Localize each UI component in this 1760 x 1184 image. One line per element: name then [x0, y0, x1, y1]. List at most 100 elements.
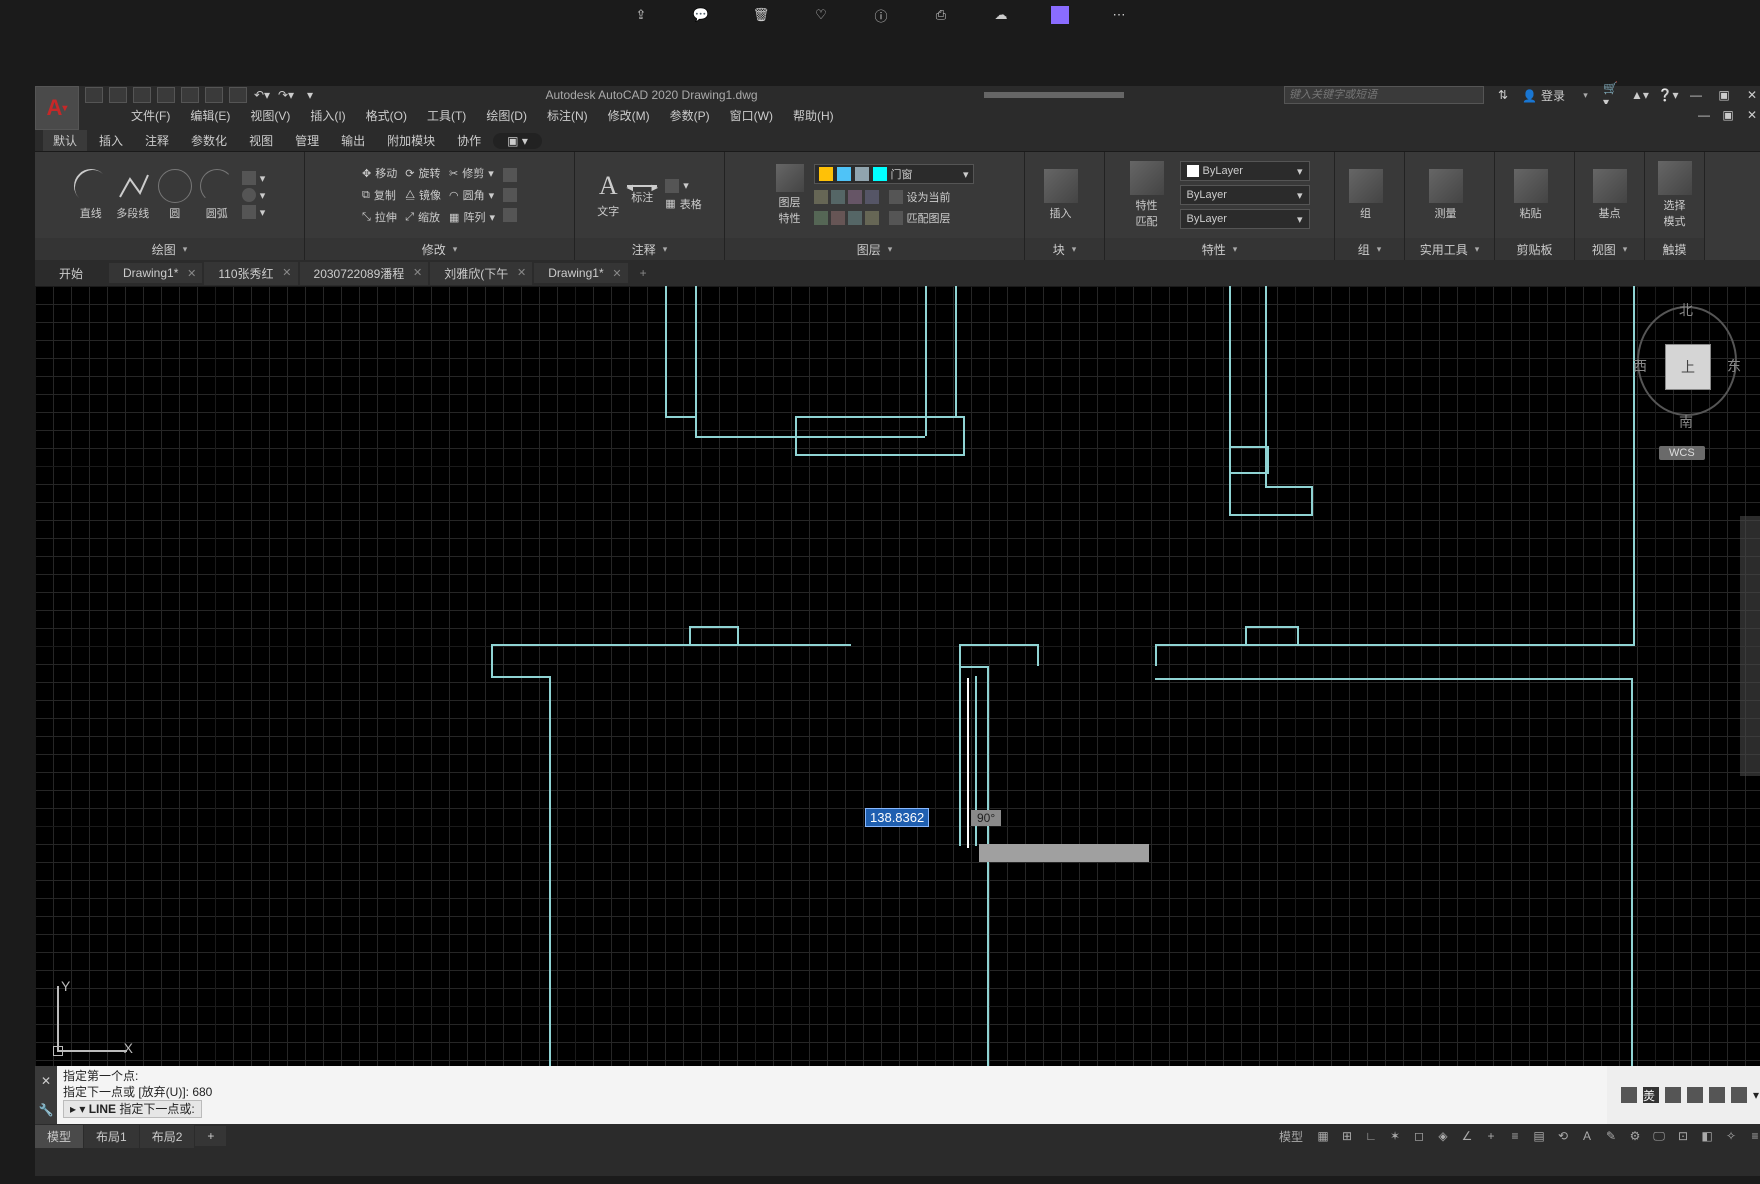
maximize-button[interactable]: ▣ [1715, 87, 1733, 103]
sb-snap-icon[interactable]: ⊞ [1337, 1127, 1357, 1145]
info-icon[interactable]: ⓘ [871, 5, 891, 25]
matchprop-button[interactable]: 特性 匹配 [1130, 161, 1164, 229]
redo-button[interactable]: ↷▾ [277, 87, 295, 103]
cloud-save-icon[interactable] [181, 87, 199, 103]
doc-close-button[interactable]: ✕ [1743, 107, 1760, 123]
cmd-dd[interactable]: ▾ [1753, 1088, 1759, 1102]
undo-button[interactable]: ↶▾ [253, 87, 271, 103]
sb-model[interactable]: 模型 [1273, 1127, 1309, 1145]
erase-icon[interactable] [503, 168, 517, 182]
sb-units-icon[interactable]: ⊡ [1673, 1127, 1693, 1145]
sb-grid-icon[interactable]: ▦ [1313, 1127, 1333, 1145]
layout1-tab[interactable]: 布局1 [84, 1125, 139, 1148]
color-dropdown[interactable]: ByLayer▾ [1180, 161, 1310, 181]
command-history[interactable]: 指定第一个点: 指定下一点或 [放弃(U)]: 680 ▸ ▾ LINE 指定下… [57, 1066, 1607, 1124]
touch-button[interactable]: 选择 模式 [1658, 161, 1692, 229]
cmd-btn1[interactable] [1621, 1087, 1637, 1103]
sb-customize-icon[interactable]: ≡ [1745, 1127, 1760, 1145]
ribtab-default[interactable]: 默认 [43, 130, 87, 151]
cmd-btn5[interactable] [1709, 1087, 1725, 1103]
menu-draw[interactable]: 绘图(D) [478, 105, 535, 126]
sb-otrack-icon[interactable]: ∠ [1457, 1127, 1477, 1145]
login-dd[interactable] [1575, 87, 1593, 103]
tab-drawing1[interactable]: Drawing1*✕ [109, 263, 202, 283]
sb-cycle-icon[interactable]: ⟲ [1553, 1127, 1573, 1145]
panel-util-title[interactable]: 实用工具 [1405, 238, 1494, 260]
panel-annot-title[interactable]: 注释 [575, 238, 724, 260]
ellipse-button[interactable]: ▾ [242, 188, 266, 202]
menu-window[interactable]: 窗口(W) [722, 105, 781, 126]
group-button[interactable]: 组 [1349, 169, 1383, 221]
sb-lw-icon[interactable]: ≡ [1505, 1127, 1525, 1145]
heart-icon[interactable]: ♡ [811, 5, 831, 25]
doc-min-button[interactable]: — [1695, 107, 1713, 123]
cmd-close-icon[interactable]: ✕ [41, 1074, 51, 1088]
cmd-settings-icon[interactable]: 🔧 [39, 1103, 54, 1117]
autodesk-icon[interactable]: ▲▾ [1631, 87, 1649, 103]
cmd-btn6[interactable] [1731, 1087, 1747, 1103]
rect-button[interactable]: ▾ [242, 171, 266, 185]
menu-edit[interactable]: 编辑(E) [182, 105, 238, 126]
add-tab-button[interactable]: + [630, 263, 657, 283]
viewcube[interactable]: 上 北 南 东 西 WCS [1627, 296, 1747, 446]
ribtab-param[interactable]: 参数化 [181, 130, 237, 151]
saveas-icon[interactable] [157, 87, 175, 103]
viewcube-top[interactable]: 上 [1665, 344, 1711, 390]
explode-icon[interactable] [503, 188, 517, 202]
line-button[interactable]: 直线 [74, 169, 108, 221]
trash-icon[interactable]: 🗑 [751, 5, 771, 25]
sb-anno-icon[interactable]: A [1577, 1127, 1597, 1145]
offset-icon[interactable] [503, 208, 517, 222]
circle-button[interactable]: 圆 [158, 169, 192, 221]
share-icon[interactable]: ⇪ [631, 5, 651, 25]
print2-icon[interactable] [229, 87, 247, 103]
panel-touch-title[interactable]: 触摸 [1645, 238, 1704, 260]
panel-layer-title[interactable]: 图层 [725, 238, 1024, 260]
array-button[interactable]: ▦阵列▾ [449, 209, 495, 225]
sb-trans-icon[interactable]: ▤ [1529, 1127, 1549, 1145]
close-button[interactable]: ✕ [1743, 87, 1760, 103]
sb-clean-icon[interactable]: ✧ [1721, 1127, 1741, 1145]
sb-scale-icon[interactable]: ✎ [1601, 1127, 1621, 1145]
drag-handle[interactable] [984, 92, 1124, 98]
matchlayer-button[interactable]: 匹配图层 [889, 210, 951, 226]
basepoint-button[interactable]: 基点 [1593, 169, 1627, 221]
sb-ws-icon[interactable]: ⚙ [1625, 1127, 1645, 1145]
ribtab-addon[interactable]: 附加模块 [377, 130, 445, 151]
layout2-tab[interactable]: 布局2 [140, 1125, 195, 1148]
stretch-button[interactable]: ⤡拉伸 [362, 209, 397, 225]
measure-button[interactable]: 测量 [1429, 169, 1463, 221]
ribtab-output[interactable]: 输出 [331, 130, 375, 151]
trim-button[interactable]: ✂修剪▾ [449, 165, 495, 181]
panel-draw-title[interactable]: 绘图 [35, 238, 304, 260]
tab-start[interactable]: 开始 [45, 262, 107, 285]
menu-help[interactable]: 帮助(H) [785, 105, 842, 126]
sb-osnap-icon[interactable]: ◻ [1409, 1127, 1429, 1145]
hatch-button[interactable]: ▾ [242, 205, 266, 219]
ribtab-insert[interactable]: 插入 [89, 130, 133, 151]
more-icon[interactable]: ⋯ [1109, 5, 1129, 25]
menu-dim[interactable]: 标注(N) [539, 105, 596, 126]
rotate-button[interactable]: ⟳旋转 [405, 165, 441, 181]
sb-dyn-icon[interactable]: + [1481, 1127, 1501, 1145]
dim-button[interactable]: ◄►标注 [627, 185, 657, 205]
setcurrent-button[interactable]: 设为当前 [889, 189, 951, 205]
plot-icon[interactable] [205, 87, 223, 103]
help-icon[interactable]: ❔▾ [1659, 87, 1677, 103]
mirror-button[interactable]: ⧋镜像 [405, 187, 441, 203]
cmd-btn3[interactable] [1665, 1087, 1681, 1103]
layerprops-button[interactable]: 图层 特性 [776, 164, 804, 226]
menu-view[interactable]: 视图(V) [242, 105, 298, 126]
open-icon[interactable] [109, 87, 127, 103]
table-button[interactable]: ▦表格 [665, 196, 701, 212]
dynamic-input[interactable] [979, 844, 1149, 862]
app-logo[interactable]: A▾ [35, 86, 79, 130]
tab-110[interactable]: 110张秀红✕ [204, 262, 297, 285]
panel-base-title[interactable]: 视图 [1575, 238, 1644, 260]
ribtab-annot[interactable]: 注释 [135, 130, 179, 151]
chat-icon[interactable]: 💬 [691, 5, 711, 25]
panel-prop-title[interactable]: 特性 [1105, 238, 1334, 260]
text-button[interactable]: A文字 [597, 171, 619, 219]
panel-group-title[interactable]: 组 [1335, 238, 1404, 260]
cmd-btn2[interactable]: 羙 [1643, 1087, 1659, 1103]
